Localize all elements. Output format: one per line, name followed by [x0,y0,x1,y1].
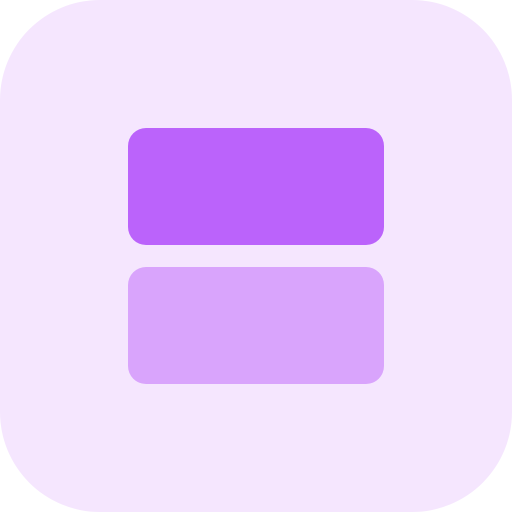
split-rows-icon [0,0,512,512]
bottom-row-block [128,267,384,384]
top-row-block [128,128,384,245]
